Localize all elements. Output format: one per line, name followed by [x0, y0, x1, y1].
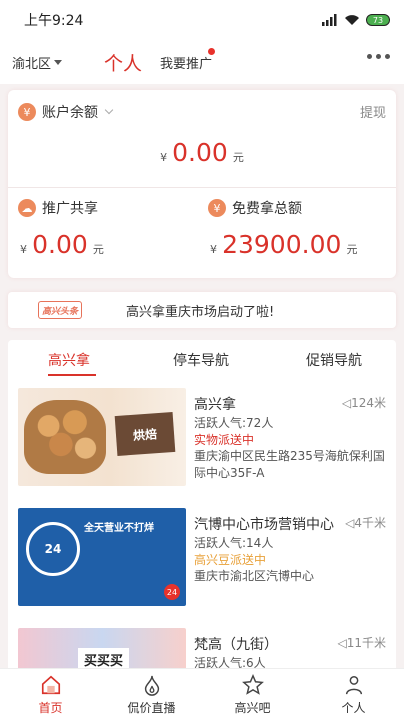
- top-nav: 渝北区 个人 我要推广: [0, 40, 404, 84]
- balance-header[interactable]: ¥ 账户余额: [18, 102, 114, 122]
- location-arrow-icon: ◁: [337, 636, 347, 650]
- tabbar-label: 个人: [341, 700, 366, 715]
- store-thumbnail: 烘焙: [18, 388, 186, 486]
- free-amount: ¥ 23900.00 元: [210, 230, 357, 259]
- location-arrow-icon: ◁: [341, 396, 352, 410]
- share-unit: 元: [92, 243, 104, 256]
- city-label: 渝北区: [12, 56, 52, 72]
- tabbar-item-home[interactable]: 首页: [0, 669, 101, 720]
- share-label: 推广共享: [42, 201, 98, 217]
- thumb-badge: 24: [164, 584, 180, 600]
- free-unit: 元: [346, 243, 358, 256]
- free-yen: ¥: [210, 243, 217, 256]
- battery-icon: 73: [366, 14, 390, 26]
- more-icon[interactable]: [367, 54, 390, 59]
- list-item[interactable]: 烘焙 高兴拿 ◁124米 活跃人气:72人 实物派送中 重庆渝中区民生路235号…: [8, 378, 396, 498]
- thumb-banner: 全天营业不打烊: [84, 523, 154, 534]
- share-amount: ¥ 0.00 元: [20, 230, 104, 259]
- balance-amount: ¥ 0.00 元: [8, 138, 396, 167]
- star-icon: [241, 673, 264, 695]
- store-address: 重庆市渝北区汽博中心: [194, 569, 315, 583]
- cloud-icon: ☁: [18, 199, 36, 217]
- thumb-text: 买买买: [78, 648, 130, 668]
- status-time: 上午9:24: [24, 13, 84, 29]
- store-name: 汽博中心市场营销中心: [194, 517, 334, 533]
- caret-down-icon: [54, 59, 63, 65]
- status-bar: 上午9:24 73: [0, 0, 404, 40]
- yen-coin-icon: ¥: [18, 103, 36, 121]
- store-popularity: 活跃人气:14人: [194, 536, 274, 550]
- store-distance: ◁11千米: [337, 634, 386, 651]
- store-status: 实物派送中: [194, 433, 255, 447]
- news-text: 高兴拿重庆市场启动了啦!: [126, 304, 275, 320]
- tabbar-label: 侃价直播: [127, 700, 176, 715]
- city-selector[interactable]: 渝北区: [12, 53, 63, 72]
- distance-value: 124米: [351, 396, 386, 410]
- signal-icon: [322, 14, 337, 26]
- clock-label: 24: [44, 542, 62, 556]
- free-value: 23900.00: [222, 230, 342, 259]
- wifi-icon: [345, 15, 359, 25]
- flame-drop-icon: [144, 675, 159, 696]
- category-tabs: 高兴拿 停车导航 促销导航: [8, 340, 396, 378]
- share-value: 0.00: [32, 230, 88, 259]
- clock-icon: 24: [26, 522, 80, 576]
- tab-parking-nav[interactable]: 停车导航: [173, 350, 229, 370]
- balance-card: ¥ 账户余额 提现 ¥ 0.00 元 ☁ 推广共享 ¥ 0.00 元 ¥ 免费拿…: [8, 90, 396, 278]
- notification-dot: [208, 48, 215, 55]
- list-item[interactable]: 买买买 梵高（九街） ◁11千米 活跃人气:6人: [8, 618, 396, 668]
- free-header[interactable]: ¥ 免费拿总额: [208, 198, 302, 218]
- store-popularity: 活跃人气:72人: [194, 416, 274, 430]
- divider: [8, 187, 396, 188]
- tabbar-label: 首页: [38, 700, 63, 715]
- store-name: 高兴拿: [194, 397, 236, 413]
- page-title: 个人: [104, 52, 143, 75]
- store-list: 烘焙 高兴拿 ◁124米 活跃人气:72人 实物派送中 重庆渝中区民生路235号…: [8, 378, 396, 668]
- distance-value: 11千米: [346, 636, 386, 650]
- location-arrow-icon: ◁: [345, 516, 355, 530]
- thumb-sign: 烘焙: [114, 412, 176, 456]
- bottom-tabbar: 首页 侃价直播 高兴吧 个人: [0, 668, 404, 720]
- tabbar-label: 高兴吧: [234, 700, 271, 715]
- withdraw-button[interactable]: 提现: [360, 102, 386, 121]
- tabbar-item-live[interactable]: 侃价直播: [101, 669, 202, 720]
- tab-underline: [48, 374, 96, 376]
- status-icons: 73: [322, 14, 390, 26]
- person-icon: [345, 675, 362, 694]
- free-label: 免费拿总额: [232, 201, 302, 217]
- tabbar-item-profile[interactable]: 个人: [303, 669, 404, 720]
- balance-value: 0.00: [172, 138, 228, 167]
- home-icon: [41, 675, 60, 694]
- store-popularity: 活跃人气:6人: [194, 656, 266, 668]
- balance-yen: ¥: [160, 151, 168, 164]
- store-distance: ◁4千米: [345, 514, 386, 531]
- balance-unit: 元: [232, 151, 244, 164]
- news-bar[interactable]: 高兴头条 高兴拿重庆市场启动了啦!: [8, 292, 396, 328]
- chevron-down-icon: [104, 105, 114, 115]
- share-yen: ¥: [20, 243, 27, 256]
- tab-promo-nav[interactable]: 促销导航: [306, 350, 362, 370]
- tabbar-item-community[interactable]: 高兴吧: [202, 669, 303, 720]
- distance-value: 4千米: [354, 516, 386, 530]
- store-name: 梵高（九街）: [194, 637, 278, 653]
- list-item[interactable]: 24 全天营业不打烊 24 汽博中心市场营销中心 ◁4千米 活跃人气:14人 高…: [8, 498, 396, 618]
- store-thumbnail: 24 全天营业不打烊 24: [18, 508, 186, 606]
- store-thumbnail: 买买买: [18, 628, 186, 668]
- balance-label: 账户余额: [42, 105, 98, 121]
- store-address: 重庆渝中区民生路235号海航保利国际中心35F-A: [194, 449, 385, 480]
- share-header[interactable]: ☁ 推广共享: [18, 198, 98, 218]
- bread-basket-image: [24, 400, 106, 474]
- money-bag-icon: ¥: [208, 199, 226, 217]
- news-badge: 高兴头条: [38, 301, 82, 319]
- store-status: 高兴豆派送中: [194, 553, 267, 567]
- tab-gaoxingna[interactable]: 高兴拿: [48, 350, 90, 370]
- store-distance: ◁124米: [342, 394, 386, 411]
- promote-link[interactable]: 我要推广: [160, 53, 212, 72]
